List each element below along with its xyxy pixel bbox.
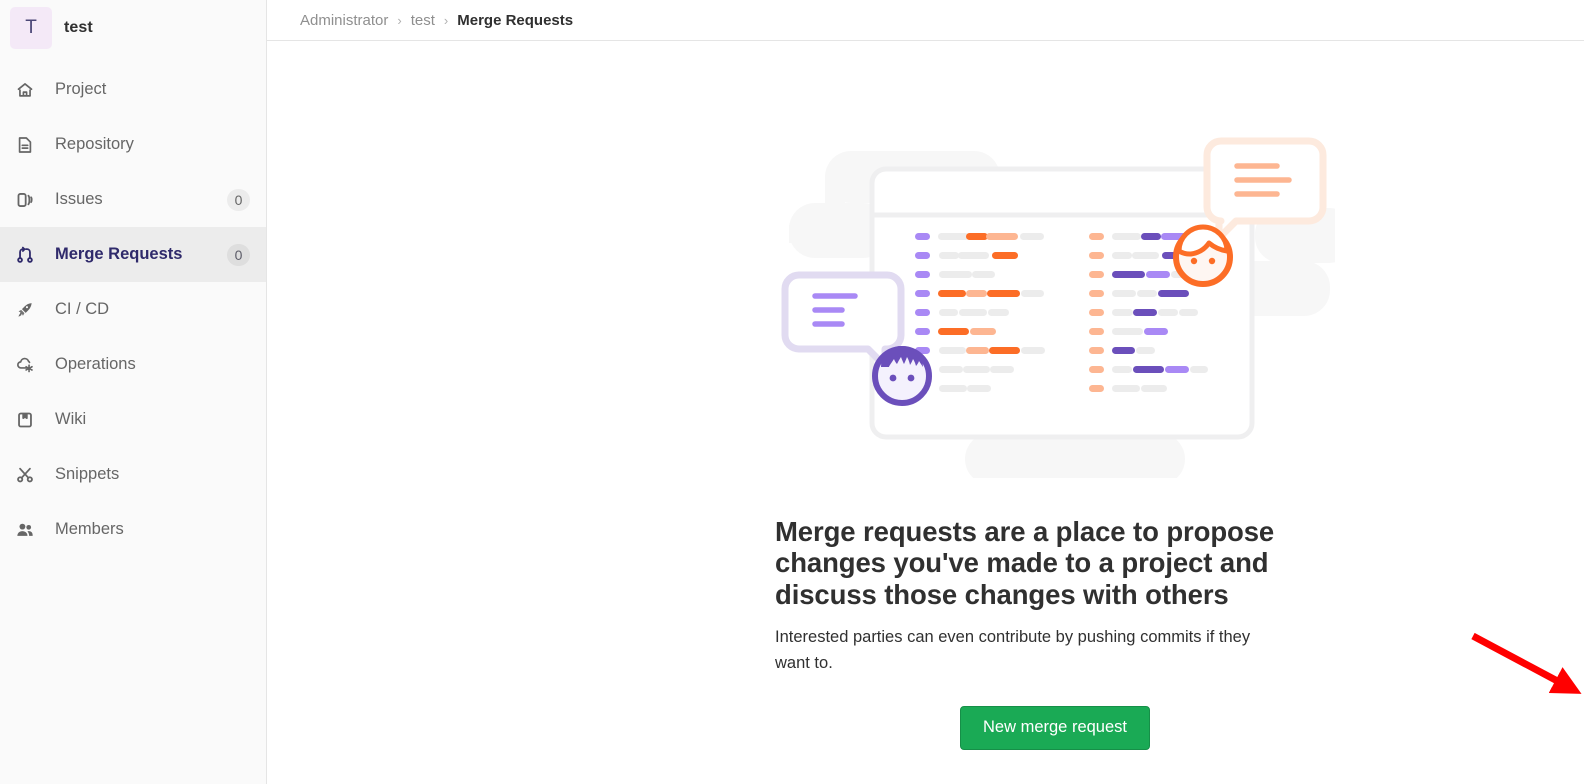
project-name: test: [64, 18, 93, 36]
breadcrumb-administrator[interactable]: Administrator: [300, 12, 388, 29]
orange-speech-bubble: [1203, 137, 1327, 242]
scissors-icon: [14, 464, 36, 486]
book-icon: [14, 409, 36, 431]
sidebar-item-repository[interactable]: Repository: [0, 117, 266, 172]
breadcrumb-separator-icon: ›: [397, 12, 402, 28]
sidebar-item-label: CI / CD: [55, 300, 110, 318]
sidebar-item-snippets[interactable]: Snippets: [0, 447, 266, 502]
purple-avatar: [872, 346, 932, 406]
project-header[interactable]: T test: [0, 0, 266, 55]
sidebar-item-issues[interactable]: Issues 0: [0, 172, 266, 227]
breadcrumb-project[interactable]: test: [411, 12, 435, 29]
breadcrumb-separator-icon: ›: [443, 12, 449, 28]
empty-state-actions: New merge request: [775, 706, 1335, 750]
document-icon: [14, 134, 36, 156]
merge-request-empty-illustration: [775, 133, 1335, 478]
sidebar-item-ci-cd[interactable]: CI / CD: [0, 282, 266, 337]
sidebar-item-label: Snippets: [55, 465, 120, 483]
red-pointer-arrow: [1471, 632, 1582, 694]
sidebar-item-merge-requests[interactable]: Merge Requests 0: [0, 227, 266, 282]
sidebar-item-label: Repository: [55, 135, 134, 153]
project-sidebar: T test Project Repository Issues 0 Merge…: [0, 0, 267, 784]
sidebar-item-operations[interactable]: Operations: [0, 337, 266, 392]
sidebar-item-badge: 0: [227, 243, 250, 266]
sidebar-item-label: Operations: [55, 355, 136, 373]
breadcrumb-bar: Administrator › test › Merge Requests: [267, 0, 1584, 41]
sidebar-item-label: Issues: [55, 190, 103, 208]
sidebar-item-label: Project: [55, 80, 107, 98]
sidebar-item-project[interactable]: Project: [0, 62, 266, 117]
merge-requests-empty-state: Merge requests are a place to propose ch…: [775, 41, 1335, 750]
merge-request-icon: [14, 244, 36, 266]
sidebar-item-badge: 0: [227, 188, 250, 211]
sidebar-item-label: Merge Requests: [55, 245, 183, 263]
cloud-gear-icon: [14, 354, 36, 376]
breadcrumb: Administrator › test › Merge Requests: [300, 12, 573, 29]
users-icon: [14, 519, 36, 541]
main-content: Administrator › test › Merge Requests Me…: [267, 0, 1584, 784]
home-icon: [14, 79, 36, 101]
sidebar-item-members[interactable]: Members: [0, 502, 266, 557]
project-avatar: T: [10, 6, 52, 49]
sidebar-item-wiki[interactable]: Wiki: [0, 392, 266, 447]
empty-state-description: Interested parties can even contribute b…: [775, 628, 1251, 672]
breadcrumb-current-page: Merge Requests: [457, 11, 574, 29]
sidebar-nav: Project Repository Issues 0 Merge Reques…: [0, 62, 266, 557]
gitlab-project-page: T test Project Repository Issues 0 Merge…: [0, 0, 1584, 784]
orange-avatar: [1173, 224, 1233, 287]
sidebar-item-label: Members: [55, 520, 124, 538]
issues-icon: [14, 189, 36, 211]
rocket-icon: [14, 299, 36, 321]
new-merge-request-button[interactable]: New merge request: [960, 706, 1150, 750]
sidebar-item-label: Wiki: [55, 410, 87, 428]
empty-state-title: Merge requests are a place to propose ch…: [775, 516, 1275, 610]
